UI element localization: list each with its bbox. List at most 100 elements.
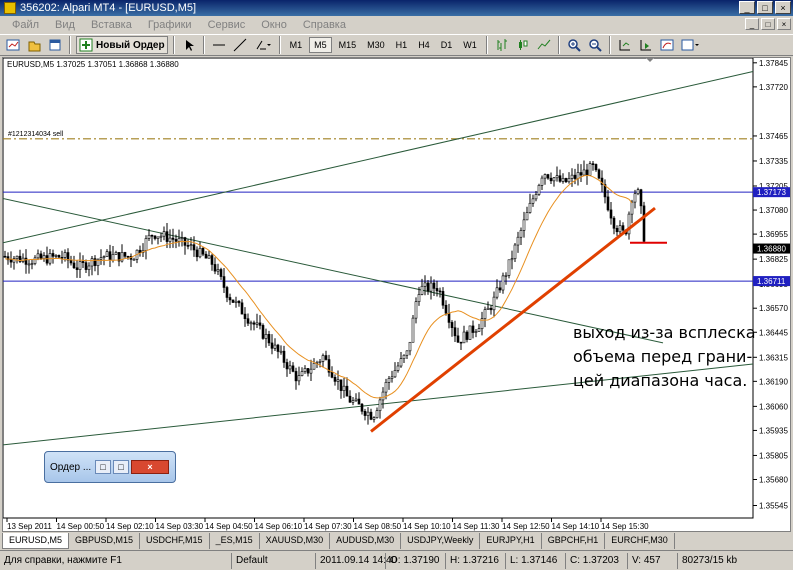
- candle-body: [378, 399, 382, 412]
- annotation-line: цей диапазона часа.: [573, 371, 748, 390]
- tab-xauusd-m30[interactable]: XAUUSD,M30: [260, 533, 331, 549]
- candle-body: [273, 344, 277, 349]
- candle-body: [33, 257, 37, 264]
- candle-body: [159, 235, 163, 238]
- order-restore-button[interactable]: □: [95, 460, 111, 474]
- timeframe-d1[interactable]: D1: [437, 37, 457, 53]
- tab-audusd-m30[interactable]: AUDUSD,M30: [330, 533, 402, 549]
- tab-eurusd-m5[interactable]: EURUSD,M5: [2, 533, 70, 549]
- candle-body: [630, 201, 634, 215]
- zoom-in-icon[interactable]: [565, 36, 583, 54]
- candle-body: [432, 282, 436, 289]
- candle-body: [264, 334, 268, 339]
- candle-body: [405, 350, 409, 356]
- candle-body: [540, 177, 544, 186]
- templates-icon[interactable]: [679, 36, 703, 54]
- menu-charts[interactable]: Графики: [140, 19, 200, 31]
- mdi-close-button[interactable]: ×: [777, 18, 791, 30]
- tab-usdchf-m15[interactable]: USDCHF,M15: [140, 533, 210, 549]
- menu-view[interactable]: Вид: [47, 19, 83, 31]
- candle-body: [156, 236, 160, 239]
- candle-body: [216, 269, 220, 272]
- y-tick-label: 1.37080: [759, 206, 788, 215]
- candle-body: [642, 205, 646, 242]
- candle-body: [375, 410, 379, 418]
- candle-body: [426, 282, 430, 292]
- tab-es-m15[interactable]: _ES,M15: [210, 533, 260, 549]
- window-icon[interactable]: [46, 36, 64, 54]
- candle-body: [252, 322, 256, 325]
- menu-help[interactable]: Справка: [295, 19, 354, 31]
- timeframe-m5[interactable]: M5: [309, 37, 332, 53]
- candle-body: [171, 237, 175, 240]
- indicators-icon[interactable]: [658, 36, 676, 54]
- x-tick-label: 14 Sep 12:50: [502, 522, 550, 531]
- timeframe-m30[interactable]: M30: [363, 37, 389, 53]
- candle-body: [321, 355, 325, 362]
- candle-body: [165, 231, 169, 242]
- candle-body: [597, 169, 601, 179]
- order-maximize-button[interactable]: □: [113, 460, 129, 474]
- hline-icon[interactable]: [210, 36, 228, 54]
- mdi-minimize-button[interactable]: _: [745, 18, 759, 30]
- candle-body: [66, 252, 70, 261]
- status-profile[interactable]: Default: [232, 552, 316, 569]
- candle-body: [243, 313, 247, 319]
- candle-body: [537, 185, 541, 195]
- chart-shift-icon[interactable]: [616, 36, 634, 54]
- menu-window[interactable]: Окно: [253, 19, 295, 31]
- price-level-label: 1.36711: [757, 277, 786, 286]
- tab-gbpchf-h1[interactable]: GBPCHF,H1: [542, 533, 606, 549]
- line-chart-icon[interactable]: [535, 36, 553, 54]
- bar-chart-icon[interactable]: [493, 36, 511, 54]
- status-volume: V: 457: [628, 552, 678, 569]
- tab-eurchf-m30[interactable]: EURCHF,M30: [605, 533, 675, 549]
- status-open: O: 1.37190: [386, 552, 446, 569]
- draw-tools-icon[interactable]: [252, 36, 274, 54]
- menu-file[interactable]: Файл: [4, 19, 47, 31]
- order-window[interactable]: Ордер ... □ □ ×: [44, 451, 176, 483]
- candle-body: [585, 169, 589, 176]
- zoom-out-icon[interactable]: [586, 36, 604, 54]
- autoscroll-icon[interactable]: [637, 36, 655, 54]
- y-tick-label: 1.37465: [759, 132, 788, 141]
- candle-chart-icon[interactable]: [514, 36, 532, 54]
- timeframe-m1[interactable]: M1: [286, 37, 307, 53]
- candle-body: [573, 174, 577, 179]
- timeframe-h1[interactable]: H1: [392, 37, 412, 53]
- trendline-icon[interactable]: [231, 36, 249, 54]
- chart-header: EURUSD,M5 1.37025 1.37051 1.36868 1.3688…: [7, 60, 179, 69]
- candle-body: [294, 371, 298, 382]
- cursor-icon[interactable]: [180, 36, 198, 54]
- y-tick-label: 1.37845: [759, 59, 788, 68]
- candle-body: [492, 296, 496, 311]
- candle-body: [360, 403, 364, 412]
- candle-body: [111, 254, 115, 261]
- candle-body: [348, 395, 352, 403]
- new-order-button[interactable]: Новый Ордер: [76, 36, 168, 54]
- menu-insert[interactable]: Вставка: [83, 19, 140, 31]
- new-order-icon: [79, 38, 93, 52]
- candle-body: [621, 225, 625, 231]
- candle-body: [99, 257, 103, 260]
- candle-body: [63, 252, 67, 258]
- profiles-icon[interactable]: [25, 36, 43, 54]
- candle-body: [114, 252, 118, 255]
- new-chart-icon[interactable]: [4, 36, 22, 54]
- minimize-button[interactable]: _: [739, 1, 755, 14]
- maximize-button[interactable]: □: [757, 1, 773, 14]
- candle-body: [498, 287, 502, 291]
- order-close-button[interactable]: ×: [131, 460, 169, 474]
- mdi-restore-button[interactable]: □: [761, 18, 775, 30]
- close-button[interactable]: ×: [775, 1, 791, 14]
- x-tick-label: 14 Sep 06:10: [255, 522, 303, 531]
- tab-usdjpy-weekly[interactable]: USDJPY,Weekly: [401, 533, 481, 549]
- timeframe-m15[interactable]: M15: [335, 37, 361, 53]
- timeframe-h4[interactable]: H4: [414, 37, 434, 53]
- tab-eurjpy-h1[interactable]: EURJPY,H1: [480, 533, 542, 549]
- timeframe-w1[interactable]: W1: [459, 37, 481, 53]
- menu-tools[interactable]: Сервис: [200, 19, 254, 31]
- candle-body: [420, 285, 424, 295]
- tab-gbpusd-m15[interactable]: GBPUSD,M15: [69, 533, 141, 549]
- y-tick-label: 1.35680: [759, 476, 788, 485]
